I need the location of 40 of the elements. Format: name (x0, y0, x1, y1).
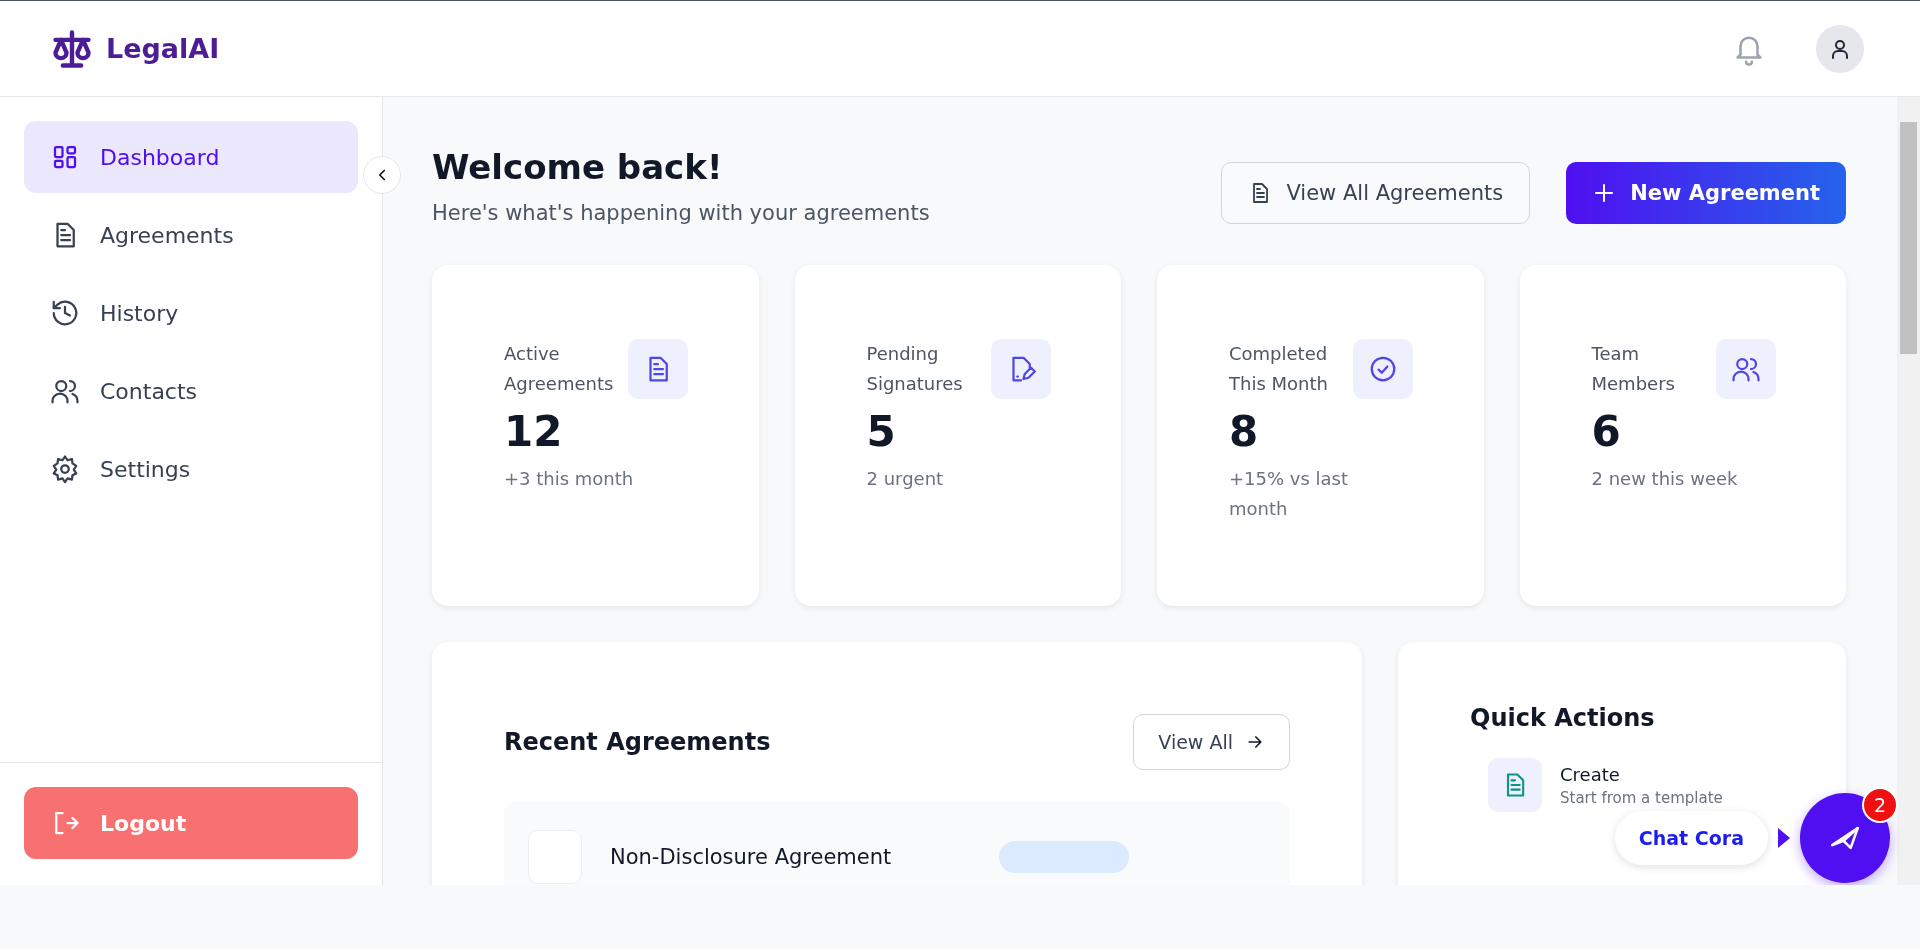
stat-note: +15% vs last month (1229, 467, 1350, 521)
signature-icon (990, 339, 1051, 399)
pointer-icon (1778, 828, 1790, 848)
stat-note: +3 this month (504, 467, 635, 491)
stat-label: Team Members (1591, 342, 1676, 396)
users-icon (1715, 339, 1776, 399)
document-icon (628, 339, 688, 399)
sidebar-item[interactable]: Agreements (24, 199, 358, 271)
brand-name: LegalAI (106, 33, 220, 64)
quick-action-title[interactable]: Create (1560, 763, 1723, 785)
document-icon (1488, 758, 1542, 812)
agreement-title: Non-Disclosure Agreement (610, 845, 892, 869)
section-title: Recent Agreements (504, 728, 771, 756)
settings-icon (50, 454, 80, 484)
sidebar-item[interactable]: Dashboard (24, 121, 358, 193)
stat-label: Pending Signatures (866, 342, 964, 396)
stat-note: 2 urgent (866, 467, 945, 491)
agreement-row[interactable]: Non-Disclosure Agreement (504, 802, 1290, 885)
sidebar-item[interactable]: Contacts (24, 355, 358, 427)
new-agreement-button[interactable]: New Agreement (1566, 162, 1846, 224)
history-icon (50, 298, 80, 328)
quick-action-description: Start from a template (1560, 788, 1723, 807)
page-title: Welcome back! (432, 147, 724, 187)
stat-note: 2 new this week (1591, 467, 1739, 491)
scrollbar[interactable] (1897, 97, 1920, 885)
stat-label: Active Agreements (504, 342, 615, 396)
user-avatar-button[interactable] (1816, 24, 1864, 73)
stat-value: 12 (504, 407, 564, 456)
collapse-sidebar-button[interactable] (363, 156, 401, 194)
chat-label[interactable]: Chat Cora (1614, 811, 1768, 865)
stat-value: 5 (866, 407, 897, 456)
view-agreements-button[interactable]: View All Agreements (1221, 162, 1531, 224)
sidebar-item[interactable]: Settings (24, 433, 358, 505)
section-title: Quick Actions (1470, 704, 1656, 732)
view-all-button[interactable]: View All (1133, 714, 1290, 770)
stat-value: 8 (1229, 407, 1260, 456)
stat-label: Completed This Month (1229, 342, 1329, 396)
sidebar-item[interactable]: History (24, 277, 358, 349)
page-subtitle: Here's what's happening with your agreements (432, 201, 930, 225)
stat-value: 6 (1591, 407, 1622, 456)
